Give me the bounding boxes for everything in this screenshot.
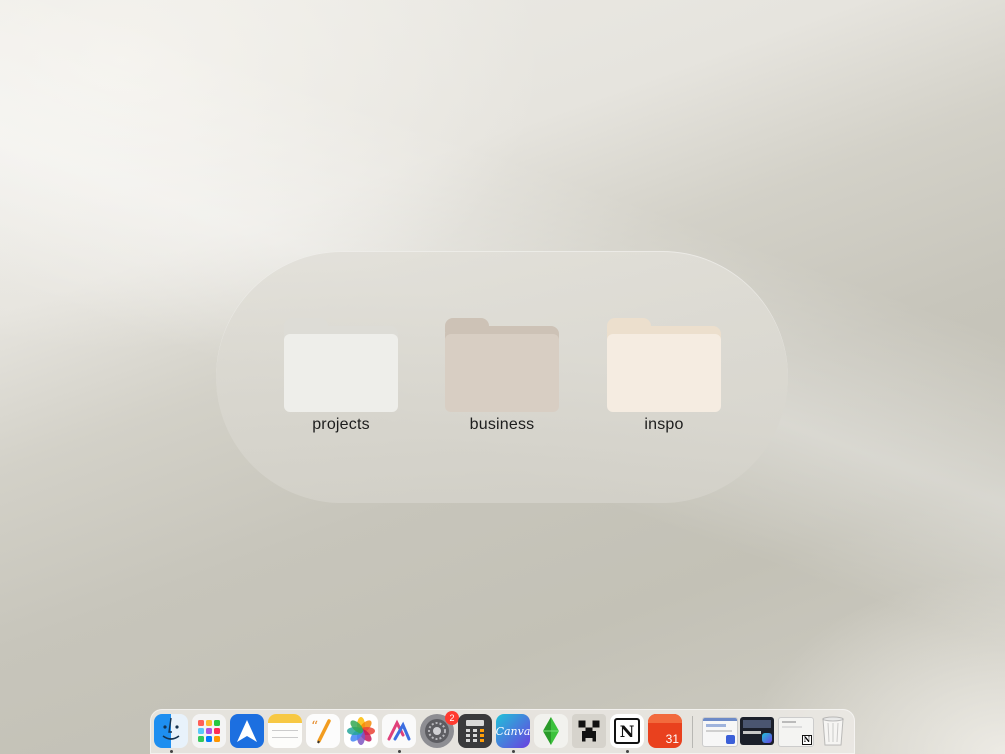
folder-icon bbox=[607, 318, 721, 412]
folder-label: projects bbox=[312, 416, 370, 433]
calculator-icon bbox=[466, 720, 484, 742]
dock-pages[interactable]: “ bbox=[306, 714, 340, 748]
running-indicator bbox=[512, 750, 515, 753]
dock-recent-window-1[interactable] bbox=[702, 717, 738, 747]
dock-affinity[interactable] bbox=[382, 714, 416, 748]
calendar-icon: 31 bbox=[648, 714, 682, 748]
notification-badge: 2 bbox=[445, 711, 459, 725]
dock-notion[interactable]: N bbox=[610, 714, 644, 748]
dock-fantastical[interactable]: 31 bbox=[648, 714, 682, 748]
dock-trash[interactable] bbox=[816, 714, 850, 748]
dock-sims[interactable] bbox=[534, 714, 568, 748]
photos-icon bbox=[347, 717, 375, 745]
folder-icon bbox=[445, 318, 559, 412]
running-indicator bbox=[170, 750, 173, 753]
spark-mail-icon bbox=[237, 720, 257, 742]
running-indicator bbox=[398, 750, 401, 753]
running-indicator bbox=[626, 750, 629, 753]
dock-photos[interactable] bbox=[344, 714, 378, 748]
folder-label: business bbox=[469, 416, 535, 433]
dock-recent-window-2[interactable] bbox=[740, 717, 774, 745]
dock-canva[interactable]: Canva bbox=[496, 714, 530, 748]
dock-minecraft[interactable] bbox=[572, 714, 606, 748]
notion-icon: N bbox=[614, 718, 640, 744]
svg-text:“: “ bbox=[311, 719, 318, 735]
plumbob-icon bbox=[543, 717, 559, 745]
minecraft-icon bbox=[575, 717, 603, 745]
dock-notes[interactable] bbox=[268, 714, 302, 748]
dock-recent-window-3[interactable]: N bbox=[778, 717, 814, 747]
folder-business[interactable]: business bbox=[432, 318, 572, 434]
folder-projects[interactable]: projects bbox=[271, 318, 411, 434]
affinity-icon bbox=[387, 719, 411, 741]
pages-icon: “ bbox=[311, 719, 331, 744]
canva-icon: Canva bbox=[496, 724, 530, 738]
notes-icon bbox=[268, 714, 302, 748]
folder-inspo[interactable]: inspo bbox=[594, 318, 734, 434]
launchpad-icon bbox=[198, 720, 220, 742]
dock-finder[interactable] bbox=[154, 714, 188, 748]
dock-calculator[interactable] bbox=[458, 714, 492, 748]
dock-separator bbox=[692, 716, 693, 748]
dock-launchpad[interactable] bbox=[192, 714, 226, 748]
dock: “ 2 Canva N 31 N bbox=[150, 709, 855, 754]
folder-icon bbox=[284, 318, 398, 412]
dock-spark[interactable] bbox=[230, 714, 264, 748]
folder-label: inspo bbox=[644, 416, 684, 433]
dock-system-settings[interactable]: 2 bbox=[420, 711, 459, 748]
finder-icon bbox=[162, 717, 180, 740]
trash-icon bbox=[822, 716, 844, 746]
notion-icon: N bbox=[802, 735, 812, 745]
